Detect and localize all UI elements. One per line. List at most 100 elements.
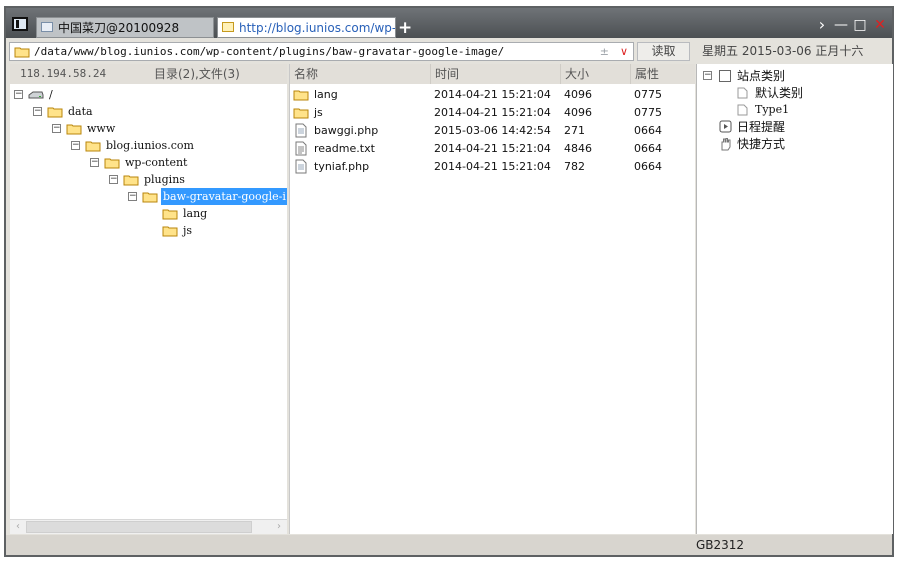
window-icon — [41, 22, 53, 32]
file-icon — [295, 159, 307, 174]
collapse-icon[interactable]: − — [128, 192, 137, 201]
file-attr: 0664 — [634, 160, 662, 173]
tab-label: 中国菜刀@20100928 — [58, 21, 180, 35]
folder-icon — [85, 141, 101, 152]
column-name[interactable]: 名称 — [290, 64, 430, 84]
horizontal-scrollbar[interactable]: ‹ › — [10, 519, 287, 534]
shortcut-label: 快捷方式 — [737, 137, 786, 151]
folder-icon — [293, 108, 309, 119]
address-path: /data/www/blog.iunios.com/wp-content/plu… — [34, 45, 505, 58]
file-size: 782 — [564, 160, 585, 173]
hand-icon — [721, 138, 731, 151]
dir-file-count: 目录(2),文件(3) — [154, 67, 240, 81]
column-time[interactable]: 时间 — [430, 64, 560, 84]
file-size: 271 — [564, 124, 585, 137]
folder-open-icon — [142, 192, 158, 203]
file-row[interactable]: bawggi.php 2015-03-06 14:42:54 271 0664 — [290, 122, 695, 140]
directory-header: 118.194.58.24 目录(2),文件(3) — [10, 64, 287, 84]
file-row[interactable]: lang 2014-04-21 15:21:04 4096 0775 — [290, 86, 695, 104]
address-bar[interactable]: /data/www/blog.iunios.com/wp-content/plu… — [9, 42, 634, 61]
folder-icon — [14, 47, 30, 58]
file-time: 2014-04-21 15:21:04 — [434, 106, 551, 119]
tab-chopper[interactable]: 中国菜刀@20100928 — [36, 17, 214, 38]
tab-site[interactable]: http://blog.iunios.com/wp-co... — [217, 17, 396, 38]
file-attr: 0775 — [634, 88, 662, 101]
tree-label: baw-gravatar-google-i — [161, 188, 287, 205]
file-time: 2014-04-21 15:21:04 — [434, 142, 551, 155]
page-icon — [737, 87, 748, 99]
folder-icon — [104, 158, 120, 169]
tree-node-selected[interactable]: − baw-gravatar-google-i — [128, 188, 287, 205]
collapse-icon[interactable]: − — [703, 71, 712, 80]
tree-label: js — [183, 224, 193, 237]
file-time: 2015-03-06 14:42:54 — [434, 124, 551, 137]
folder-icon — [47, 107, 63, 118]
folder-icon — [222, 22, 234, 32]
file-name: tyniaf.php — [314, 160, 370, 173]
encoding-indicator[interactable]: GB2312 — [696, 535, 744, 555]
category-label: 站点类别 — [737, 69, 786, 83]
datetime-display: 星期五 2015-03-06 正月十六 — [702, 44, 864, 58]
file-time: 2014-04-21 15:21:04 — [434, 160, 551, 173]
file-list-panel: 名称 时间 大小 属性 lang 2014-04-21 15:21:04 409… — [289, 64, 695, 534]
column-size[interactable]: 大小 — [560, 64, 630, 84]
chevron-right-icon[interactable]: › — [814, 17, 830, 33]
file-attr: 0775 — [634, 106, 662, 119]
file-row[interactable]: js 2014-04-21 15:21:04 4096 0775 — [290, 104, 695, 122]
file-list-header: 名称 时间 大小 属性 — [290, 64, 695, 84]
file-name: bawggi.php — [314, 124, 379, 137]
close-icon[interactable]: ✕ — [872, 17, 888, 33]
file-name: readme.txt — [314, 142, 375, 155]
drive-icon — [28, 91, 44, 99]
file-size: 4096 — [564, 88, 592, 101]
category-label: Type1 — [755, 103, 790, 116]
app-window: 中国菜刀@20100928 http://blog.iunios.com/wp-… — [4, 6, 894, 557]
collapse-icon[interactable]: − — [109, 175, 118, 184]
toolbar: /data/www/blog.iunios.com/wp-content/plu… — [6, 39, 892, 62]
checkbox-icon[interactable] — [719, 70, 731, 82]
file-name: lang — [314, 88, 338, 101]
tree-label: www — [87, 122, 116, 135]
file-name: js — [314, 106, 323, 119]
file-size: 4096 — [564, 106, 592, 119]
chevron-down-icon[interactable]: ∨ — [620, 43, 628, 60]
folder-icon — [162, 226, 178, 237]
panel-toggle-icon[interactable] — [12, 17, 28, 31]
directory-panel: 118.194.58.24 目录(2),文件(3) − / − data − w… — [10, 64, 287, 534]
directory-tree: − / − data − www − blog.iunios.com − wp-… — [10, 86, 287, 520]
scroll-left-icon[interactable]: ‹ — [11, 520, 25, 534]
file-attr: 0664 — [634, 124, 662, 137]
new-tab-button[interactable]: + — [398, 19, 412, 37]
file-icon — [295, 123, 307, 138]
read-button[interactable]: 读取 — [637, 42, 690, 61]
tab-label: http://blog.iunios.com/wp-co... — [239, 21, 396, 35]
minimize-icon[interactable]: — — [833, 17, 849, 33]
column-attr[interactable]: 属性 — [630, 64, 695, 84]
folder-icon — [162, 209, 178, 220]
file-attr: 0664 — [634, 142, 662, 155]
status-bar: GB2312 — [6, 535, 892, 555]
text-file-icon — [295, 141, 307, 156]
plus-minus-icon[interactable]: ± — [600, 43, 609, 60]
page-icon — [737, 104, 748, 116]
clock-icon — [719, 120, 732, 133]
reminder-label: 日程提醒 — [737, 120, 786, 134]
collapse-icon[interactable]: − — [52, 124, 61, 133]
collapse-icon[interactable]: − — [90, 158, 99, 167]
collapse-icon[interactable]: − — [71, 141, 80, 150]
file-row[interactable]: tyniaf.php 2014-04-21 15:21:04 782 0664 — [290, 158, 695, 176]
title-bar: 中国菜刀@20100928 http://blog.iunios.com/wp-… — [6, 8, 892, 38]
category-label: 默认类别 — [755, 86, 804, 100]
folder-icon — [123, 175, 139, 186]
tree-label: plugins — [144, 173, 185, 186]
tree-label: / — [49, 88, 53, 101]
scroll-right-icon[interactable]: › — [272, 520, 286, 534]
tree-label: wp-content — [125, 156, 188, 169]
scroll-thumb[interactable] — [26, 521, 252, 533]
folder-icon — [293, 90, 309, 101]
collapse-icon[interactable]: − — [14, 90, 23, 99]
maximize-icon[interactable]: □ — [852, 17, 868, 33]
collapse-icon[interactable]: − — [33, 107, 42, 116]
server-ip: 118.194.58.24 — [20, 67, 107, 80]
file-row[interactable]: readme.txt 2014-04-21 15:21:04 4846 0664 — [290, 140, 695, 158]
